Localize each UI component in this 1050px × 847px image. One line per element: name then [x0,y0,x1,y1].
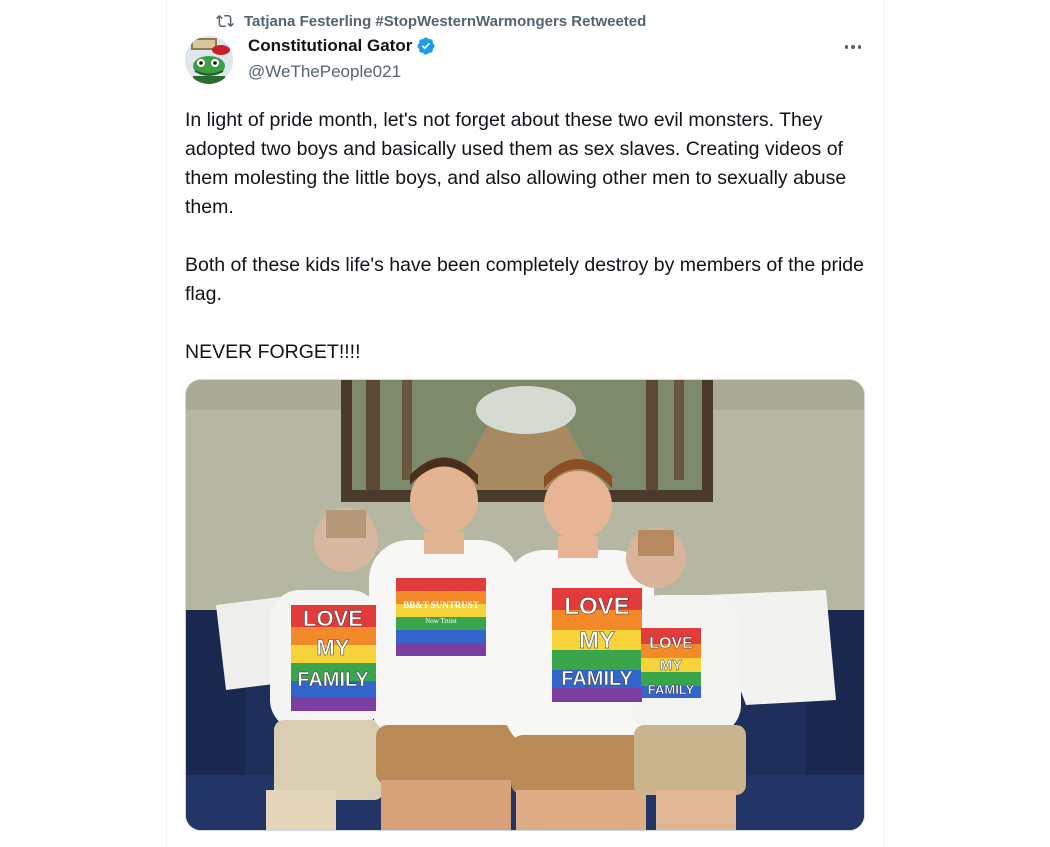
shirt-text-love-2: LOVE [564,593,629,620]
tweet-photo[interactable]: LOVE MY FAMILY BB&T SUNTRUST Now Truist … [185,379,865,831]
author-handle[interactable]: @WeThePeople021 [248,62,401,82]
retweet-label: Tatjana Festerling #StopWesternWarmonger… [244,12,647,30]
more-dot-icon [844,45,849,49]
shirt-text-love: LOVE [303,606,363,631]
author-name-row[interactable]: Constitutional Gator [248,36,436,56]
author-name[interactable]: Constitutional Gator [248,36,412,56]
avatar[interactable] [185,36,233,84]
more-dot-icon [851,45,855,49]
retweet-context[interactable]: Tatjana Festerling #StopWesternWarmonger… [216,10,646,32]
more-dot-icon [857,45,862,49]
shirt-logo: BB&T SUNTRUST [403,600,479,610]
verified-badge-icon [417,37,435,55]
shirt-text-family-2: FAMILY [561,668,633,690]
retweet-icon [216,14,234,28]
shirt-text-family-3: FAMILY [648,682,695,697]
shirt-text-love-3: LOVE [649,635,693,652]
shirt-logo-sub: Now Truist [425,617,457,625]
photo-illustration: LOVE MY FAMILY BB&T SUNTRUST Now Truist … [186,380,864,830]
shirt-text-my-3: MY [660,657,683,674]
more-options-button[interactable] [842,38,864,56]
tweet-text: In light of pride month, let's not forge… [185,109,864,363]
shirt-text-my-2: MY [579,627,615,654]
shirt-text-my: MY [317,635,350,660]
shirt-text-family: FAMILY [297,669,369,691]
